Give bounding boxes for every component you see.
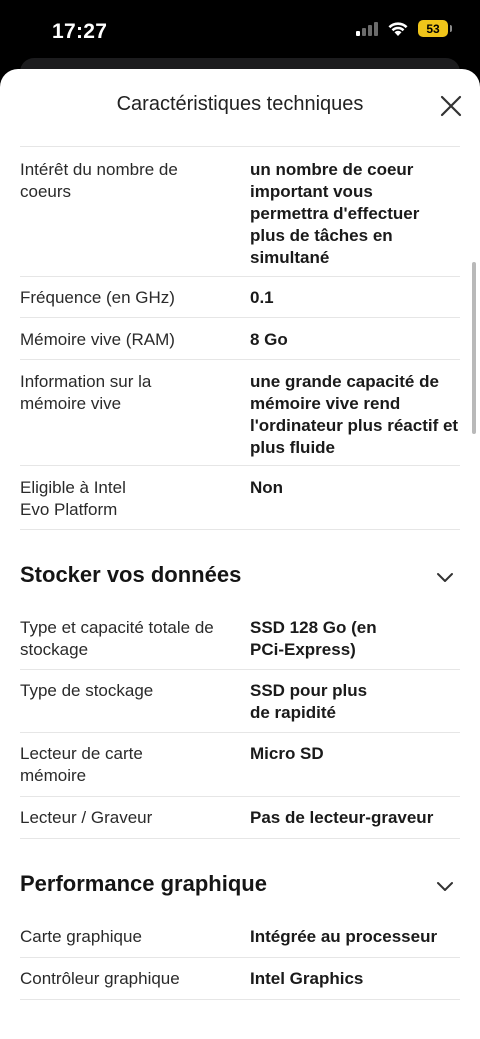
spec-value: Micro SD: [250, 744, 324, 763]
spec-value: SSD pour plus de rapidité: [250, 681, 368, 722]
section-title: Stocker vos données: [20, 562, 242, 587]
spec-label: Fréquence (en GHz): [20, 288, 175, 307]
spec-label: Intérêt du nombre de coeurs: [20, 160, 178, 201]
spec-label: Carte graphique: [20, 927, 142, 946]
spec-value: Pas de lecteur-graveur: [250, 808, 434, 827]
wifi-icon: [388, 21, 408, 36]
spec-value: une grande capacité de mémoire vive rend…: [250, 372, 459, 457]
spec-row: Fréquence (en GHz) 0.1: [20, 276, 460, 318]
spec-value: 8 Go: [250, 330, 288, 349]
spec-row: Lecteur / Graveur Pas de lecteur-graveur: [20, 797, 460, 839]
spec-label: Type de stockage: [20, 681, 154, 700]
section-title: Performance graphique: [20, 871, 267, 896]
close-icon: [440, 95, 462, 117]
spec-row: Carte graphique Intégrée au processeur: [20, 916, 460, 958]
spec-value: 0.1: [250, 288, 274, 307]
spec-row: Intérêt du nombre de coeurs un nombre de…: [20, 146, 460, 277]
scrollbar[interactable]: [472, 262, 476, 434]
spec-value: SSD 128 Go (en PCi-Express): [250, 618, 377, 659]
spec-label: Lecteur de carte mémoire: [20, 744, 143, 785]
chevron-down-icon: [437, 882, 453, 891]
status-bar: 17:27 53: [0, 0, 480, 62]
spec-label: Contrôleur graphique: [20, 969, 180, 988]
spec-value: Intégrée au processeur: [250, 927, 438, 946]
sheet-title: Caractéristiques techniques: [116, 93, 364, 115]
close-button[interactable]: [436, 91, 466, 121]
sheet-header: Caractéristiques techniques: [0, 69, 480, 139]
spec-row: Information sur la mémoire vive une gran…: [20, 360, 460, 466]
spec-value: un nombre de coeur important vous permet…: [250, 160, 420, 267]
spec-label: Lecteur / Graveur: [20, 808, 153, 827]
spec-row: Type de stockage SSD pour plus de rapidi…: [20, 670, 460, 733]
battery-icon: 53: [418, 20, 452, 37]
section-storage-header[interactable]: Stocker vos données: [20, 556, 460, 596]
spec-label: Information sur la mémoire vive: [20, 372, 152, 413]
spec-label: Mémoire vive (RAM): [20, 330, 175, 349]
spec-value: Non: [250, 478, 284, 497]
chevron-down-icon: [437, 573, 453, 582]
status-icons: 53: [356, 20, 452, 37]
spec-row: Lecteur de carte mémoire Micro SD: [20, 733, 460, 797]
spec-value: Intel Graphics: [250, 969, 364, 988]
cellular-signal-icon: [356, 21, 378, 36]
spec-row: Eligible à Intel Evo Platform Non: [20, 466, 460, 530]
specs-sheet: Caractéristiques techniques Intérêt du n…: [0, 69, 480, 1039]
status-time: 17:27: [52, 20, 108, 43]
spec-label: Eligible à Intel Evo Platform: [20, 478, 126, 519]
spec-label: Type et capacité totale de stockage: [20, 618, 214, 659]
spec-row: Type et capacité totale de stockage SSD …: [20, 607, 460, 670]
section-graphics-header[interactable]: Performance graphique: [20, 865, 460, 905]
spec-row: Mémoire vive (RAM) 8 Go: [20, 318, 460, 360]
spec-row: Contrôleur graphique Intel Graphics: [20, 958, 460, 1000]
